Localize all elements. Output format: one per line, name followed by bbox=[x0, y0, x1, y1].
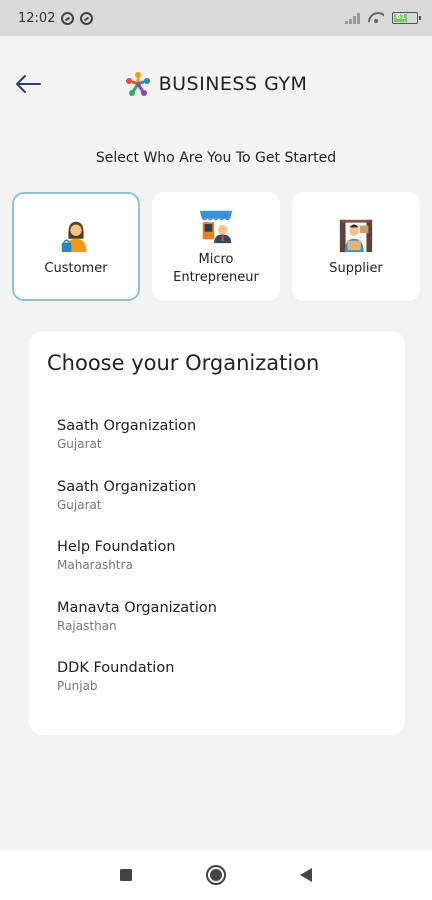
home-button[interactable] bbox=[204, 863, 228, 887]
organization-heading: Choose your Organization bbox=[47, 351, 320, 375]
organization-state: Rajasthan bbox=[57, 618, 117, 633]
battery-icon: 61 bbox=[392, 12, 421, 24]
status-bar: 12:02 61 bbox=[0, 0, 432, 36]
role-label: Micro Entrepreneur bbox=[173, 251, 259, 285]
system-back-button[interactable] bbox=[294, 863, 318, 887]
status-right: 61 bbox=[345, 12, 421, 24]
brand: BUSINESS GYM bbox=[125, 71, 308, 97]
arrow-left-icon bbox=[16, 75, 41, 93]
shop-icon bbox=[199, 210, 233, 243]
organization-panel: Choose your Organization Saath Organizat… bbox=[29, 331, 405, 735]
customer-icon bbox=[61, 221, 87, 252]
role-label: Supplier bbox=[329, 260, 383, 276]
organization-item[interactable]: DDK Foundation Punjab bbox=[47, 657, 387, 718]
business-gym-logo-icon bbox=[125, 72, 150, 96]
role-card-micro-entrepreneur[interactable]: Micro Entrepreneur bbox=[152, 192, 280, 301]
organization-item[interactable]: Manavta Organization Rajasthan bbox=[47, 597, 387, 658]
square-icon bbox=[120, 869, 132, 881]
organization-item[interactable]: Saath Organization Gujarat bbox=[47, 476, 387, 537]
triangle-left-icon bbox=[300, 868, 312, 882]
organization-name: Saath Organization bbox=[57, 478, 197, 495]
organization-state: Maharashtra bbox=[57, 558, 133, 572]
role-card-supplier[interactable]: Supplier bbox=[292, 192, 420, 301]
recents-button[interactable] bbox=[114, 863, 138, 887]
organization-item[interactable]: Saath Organization Gujarat bbox=[47, 415, 387, 476]
organization-state: Gujarat bbox=[57, 497, 102, 512]
app-header: BUSINESS GYM bbox=[0, 58, 432, 110]
organization-state: Punjab bbox=[57, 679, 98, 693]
system-nav-bar bbox=[0, 850, 432, 900]
role-label: Customer bbox=[44, 260, 108, 276]
status-time: 12:02 bbox=[18, 10, 56, 26]
organization-item[interactable]: Help Foundation Maharashtra bbox=[47, 536, 387, 597]
wifi-icon bbox=[368, 12, 384, 24]
circle-icon bbox=[206, 865, 226, 885]
battery-level: 61 bbox=[394, 13, 408, 22]
organization-name: Saath Organization bbox=[57, 418, 197, 434]
organization-name: Manavta Organization bbox=[57, 599, 217, 616]
role-selector: Customer Micro Entrepreneur Supplier bbox=[12, 192, 422, 301]
role-card-customer[interactable]: Customer bbox=[12, 192, 140, 301]
supplier-icon bbox=[339, 219, 373, 252]
app-title: BUSINESS GYM bbox=[158, 73, 308, 95]
get-started-prompt: Select Who Are You To Get Started bbox=[95, 150, 337, 166]
organization-state: Gujarat bbox=[57, 437, 102, 451]
notification-icon-2 bbox=[80, 11, 94, 25]
organization-name: DDK Foundation bbox=[57, 660, 175, 676]
status-left: 12:02 bbox=[18, 10, 94, 26]
organization-name: Help Foundation bbox=[57, 539, 176, 555]
notification-icon bbox=[61, 11, 75, 25]
back-button[interactable] bbox=[12, 68, 44, 100]
organization-list: Saath Organization Gujarat Saath Organiz… bbox=[47, 415, 387, 718]
signal-icon bbox=[345, 12, 360, 24]
